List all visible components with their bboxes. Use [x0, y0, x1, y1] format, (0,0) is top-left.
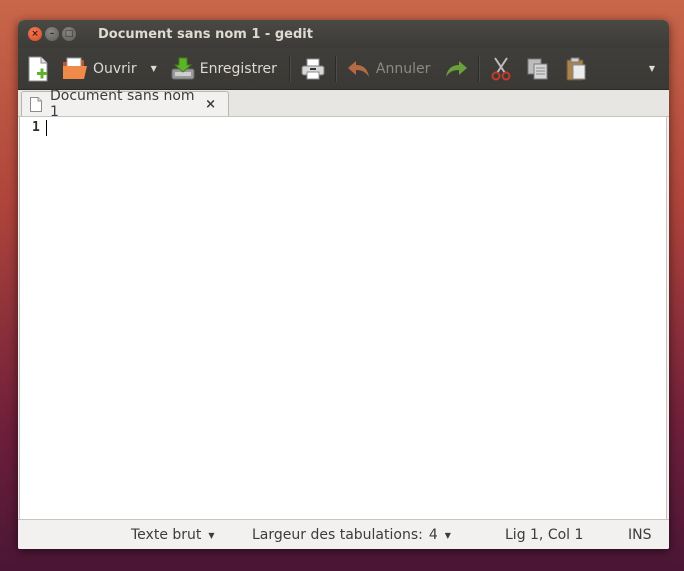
text-editor[interactable]: 1: [19, 116, 667, 520]
folder-open-icon: [62, 57, 88, 81]
cut-button[interactable]: [490, 54, 512, 84]
language-selector[interactable]: Texte brut ▼: [131, 527, 215, 543]
cursor-position: Lig 1, Col 1: [505, 527, 583, 543]
line-number-gutter: 1: [20, 117, 44, 519]
paste-button[interactable]: [564, 54, 588, 84]
cursor-position-label: Lig 1, Col 1: [505, 527, 584, 543]
printer-icon: [301, 58, 325, 80]
tab-width-value: 4: [428, 527, 438, 543]
tab-width-selector[interactable]: Largeur des tabulations: 4 ▼: [252, 527, 451, 543]
insert-mode-indicator: INS: [628, 527, 652, 543]
redo-button[interactable]: [444, 54, 468, 84]
redo-icon: [444, 59, 468, 79]
toolbar-separator: [478, 55, 481, 82]
open-label: Ouvrir: [93, 60, 137, 77]
window-minimize-button[interactable]: –: [45, 27, 59, 41]
insert-mode-label: INS: [628, 527, 652, 543]
open-recent-dropdown[interactable]: ▼: [151, 64, 157, 73]
chevron-down-icon: ▼: [444, 530, 451, 540]
new-document-icon: [26, 56, 50, 82]
chevron-down-icon: ▼: [208, 530, 215, 540]
new-document-button[interactable]: [26, 54, 50, 84]
text-cursor: [46, 120, 47, 136]
print-button[interactable]: [301, 54, 325, 84]
line-number: 1: [32, 120, 40, 135]
document-tab-bar: Document sans nom 1 ×: [18, 88, 669, 120]
save-label: Enregistrer: [199, 60, 277, 77]
tab-document-1[interactable]: Document sans nom 1 ×: [21, 88, 229, 120]
status-bar: Texte brut ▼ Largeur des tabulations: 4 …: [18, 519, 669, 549]
window-controls: × – □: [28, 27, 76, 41]
undo-label: Annuler: [375, 60, 431, 77]
window-close-button[interactable]: ×: [28, 27, 42, 41]
title-bar[interactable]: × – □ Document sans nom 1 - gedit: [18, 20, 669, 48]
text-document-icon: [30, 96, 42, 112]
save-icon: [171, 57, 195, 81]
save-button[interactable]: Enregistrer: [171, 54, 277, 84]
copy-icon: [526, 57, 550, 81]
undo-button[interactable]: Annuler: [347, 54, 430, 84]
window-maximize-button[interactable]: □: [62, 27, 76, 41]
language-label: Texte brut: [131, 527, 202, 543]
toolbar-overflow-dropdown[interactable]: ▼: [649, 64, 655, 73]
toolbar-separator: [334, 55, 337, 82]
toolbar: Ouvrir ▼ Enregistrer Annuler ▼: [18, 48, 669, 90]
paste-icon: [564, 57, 588, 81]
scissors-icon: [490, 56, 512, 81]
open-button[interactable]: Ouvrir: [62, 54, 137, 84]
gedit-window: × – □ Document sans nom 1 - gedit Ouvrir…: [18, 20, 669, 549]
toolbar-separator: [288, 55, 291, 82]
tab-close-icon[interactable]: ×: [205, 97, 216, 112]
copy-button[interactable]: [526, 54, 550, 84]
tab-width-label: Largeur des tabulations:: [252, 527, 423, 543]
undo-icon: [347, 59, 371, 79]
window-title: Document sans nom 1 - gedit: [98, 26, 313, 42]
